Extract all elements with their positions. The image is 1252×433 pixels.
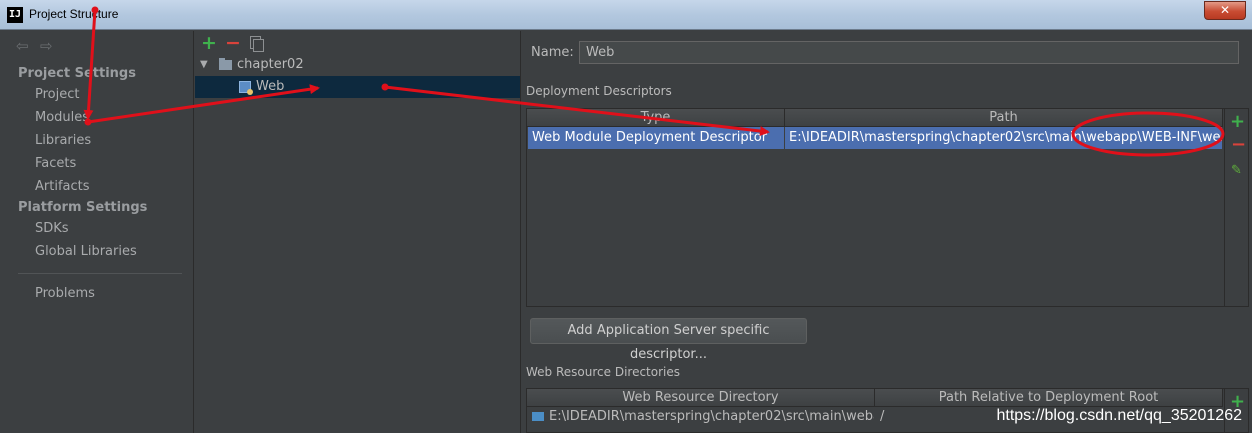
forward-arrow-icon[interactable]: ⇨ — [40, 37, 53, 55]
nav-item-sdks[interactable]: SDKs — [35, 221, 69, 236]
remove-descriptor-button[interactable]: − — [1231, 134, 1246, 155]
add-module-button[interactable]: + — [201, 32, 217, 54]
close-window-button[interactable]: ✕ — [1204, 1, 1246, 20]
module-folder-icon — [219, 58, 232, 70]
expand-arrow-icon[interactable]: ▼ — [200, 54, 208, 76]
edit-descriptor-button[interactable]: ✎ — [1231, 163, 1242, 178]
tree-node-label: chapter02 — [237, 57, 304, 72]
nav-item-modules[interactable]: Modules — [35, 110, 89, 125]
copy-icon[interactable] — [250, 36, 264, 52]
name-field[interactable]: Web — [579, 41, 1239, 64]
directory-path-text: E:\IDEADIR\masterspring\chapter02\src\ma… — [549, 409, 874, 424]
tree-node-web[interactable]: Web — [195, 76, 520, 98]
add-descriptor-button[interactable]: + — [1230, 111, 1245, 132]
tree-node-chapter02[interactable]: ▼ chapter02 — [195, 54, 520, 76]
web-resource-directory-cell[interactable]: E:\IDEADIR\masterspring\chapter02\src\ma… — [528, 406, 874, 428]
platform-settings-header: Platform Settings — [18, 200, 148, 215]
column-header-web-resource-directory[interactable]: Web Resource Directory — [527, 389, 875, 407]
nav-item-global-libraries[interactable]: Global Libraries — [35, 244, 137, 259]
nav-item-artifacts[interactable]: Artifacts — [35, 179, 90, 194]
tree-node-label: Web — [256, 79, 285, 94]
web-resource-directories-title: Web Resource Directories — [526, 365, 680, 379]
descriptor-side-toolbar: + − ✎ — [1224, 109, 1246, 306]
nav-item-facets[interactable]: Facets — [35, 156, 76, 171]
facet-details-panel: Name: Web Deployment Descriptors Type Pa… — [522, 31, 1252, 433]
deployment-descriptors-title: Deployment Descriptors — [526, 84, 672, 98]
settings-nav-panel: ⇦ ⇨ Project Settings Project Modules Lib… — [0, 31, 194, 433]
name-label: Name: — [531, 45, 574, 60]
column-header-relative-path[interactable]: Path Relative to Deployment Root — [875, 389, 1223, 407]
column-header-type[interactable]: Type — [527, 109, 785, 127]
nav-divider — [18, 273, 182, 274]
module-tree-panel: + − ▼ chapter02 Web — [195, 31, 521, 433]
folder-icon — [532, 412, 544, 421]
project-settings-header: Project Settings — [18, 66, 136, 81]
deployment-descriptors-table: Type Path Web Module Deployment Descript… — [526, 108, 1249, 307]
remove-module-button[interactable]: − — [225, 32, 241, 54]
nav-item-project[interactable]: Project — [35, 87, 79, 102]
back-arrow-icon[interactable]: ⇦ — [16, 37, 29, 55]
descriptor-path-cell[interactable]: E:\IDEADIR\masterspring\chapter02\src\ma… — [785, 127, 1222, 149]
intellij-app-icon: IJ — [7, 7, 23, 23]
nav-item-problems[interactable]: Problems — [35, 286, 95, 301]
window-title-bar: IJ Project Structure ✕ — [0, 0, 1252, 30]
watermark-text: https://blog.csdn.net/qq_35201262 — [996, 407, 1242, 424]
descriptor-type-cell[interactable]: Web Module Deployment Descriptor — [528, 127, 784, 149]
web-facet-icon — [239, 81, 253, 95]
window-title: Project Structure — [29, 7, 119, 21]
nav-item-libraries[interactable]: Libraries — [35, 133, 91, 148]
column-header-path[interactable]: Path — [785, 109, 1223, 127]
add-server-descriptor-button[interactable]: Add Application Server specific descript… — [530, 318, 807, 362]
